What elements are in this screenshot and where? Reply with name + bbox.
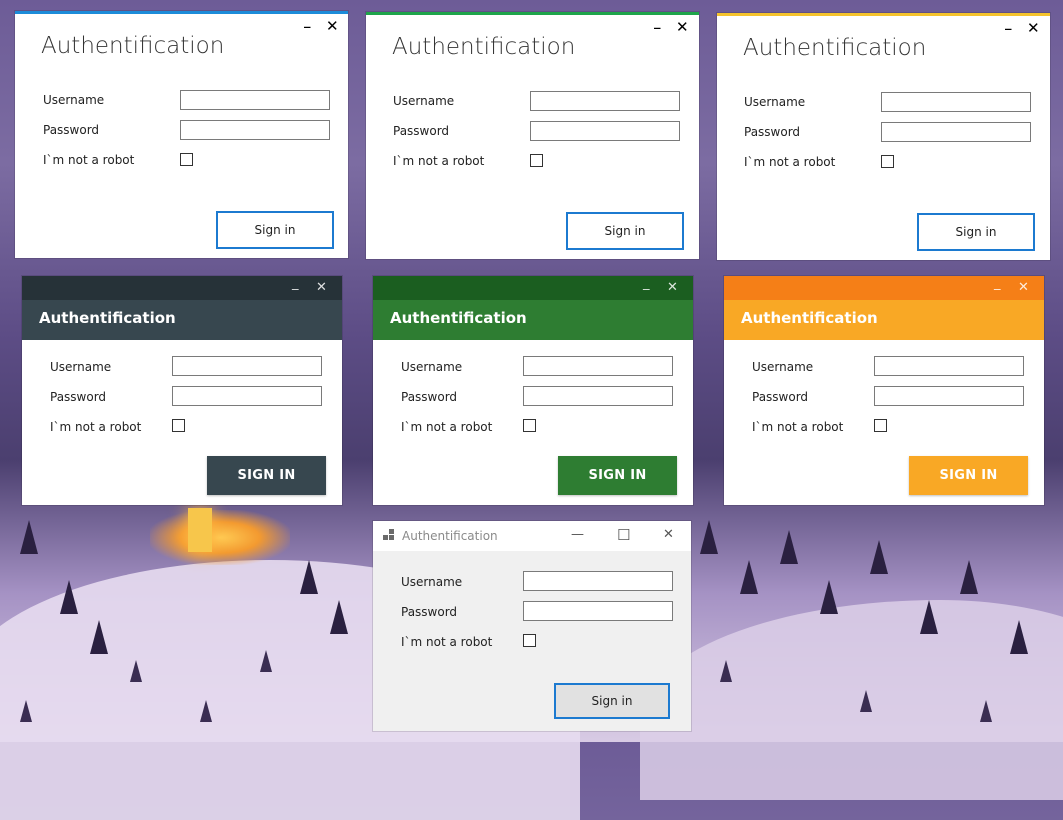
password-label: Password [401, 390, 458, 404]
sign-in-button[interactable]: SIGN IN [207, 456, 326, 495]
login-window-material-bluegrey: _ ✕ Authentification Username Password I… [22, 276, 342, 505]
username-input[interactable] [180, 90, 330, 110]
robot-label: I`m not a robot [393, 154, 485, 168]
sign-in-button[interactable]: Sign in [554, 683, 670, 719]
robot-label: I`m not a robot [401, 635, 493, 649]
window-title: Authentification [390, 309, 527, 327]
password-input[interactable] [523, 601, 673, 621]
username-input[interactable] [523, 571, 673, 591]
username-input[interactable] [172, 356, 322, 376]
password-label: Password [393, 124, 450, 138]
username-label: Username [744, 95, 806, 109]
password-label: Password [50, 390, 107, 404]
password-label: Password [43, 123, 100, 137]
robot-label: I`m not a robot [43, 153, 135, 167]
sign-in-button[interactable]: Sign in [917, 213, 1035, 251]
close-button[interactable]: ✕ [676, 18, 689, 36]
window-title: Authentification [41, 33, 225, 59]
window-title: Authentification [743, 35, 927, 61]
sign-in-button[interactable]: Sign in [216, 211, 334, 249]
robot-checkbox[interactable] [874, 419, 887, 432]
password-input[interactable] [874, 386, 1024, 406]
accent-bar [717, 13, 1050, 16]
password-input[interactable] [530, 121, 680, 141]
password-label: Password [401, 605, 458, 619]
login-window-material-green: _ ✕ Authentification Username Password I… [373, 276, 693, 505]
close-button[interactable]: ✕ [663, 527, 674, 542]
robot-label: I`m not a robot [752, 420, 844, 434]
sign-in-button[interactable]: SIGN IN [909, 456, 1028, 495]
username-input[interactable] [530, 91, 680, 111]
close-button[interactable]: ✕ [1018, 280, 1029, 295]
login-window-material-orange: _ ✕ Authentification Username Password I… [724, 276, 1044, 505]
maximize-button[interactable]: ☐ [617, 526, 630, 544]
robot-checkbox[interactable] [523, 419, 536, 432]
robot-checkbox[interactable] [530, 154, 543, 167]
username-label: Username [401, 575, 463, 589]
minimize-button[interactable]: _ [1005, 16, 1012, 31]
accent-bar [366, 12, 699, 15]
window-title: Authentification [741, 309, 878, 327]
minimize-button[interactable]: _ [304, 14, 311, 29]
username-label: Username [752, 360, 814, 374]
close-button[interactable]: ✕ [667, 280, 678, 295]
robot-checkbox[interactable] [172, 419, 185, 432]
minimize-button[interactable]: _ [643, 276, 650, 291]
login-window-metro-yellow: _ ✕ Authentification Username Password I… [717, 13, 1050, 260]
username-label: Username [50, 360, 112, 374]
password-input[interactable] [172, 386, 322, 406]
username-label: Username [43, 93, 105, 107]
username-label: Username [401, 360, 463, 374]
robot-checkbox[interactable] [881, 155, 894, 168]
close-button[interactable]: ✕ [326, 17, 339, 35]
close-button[interactable]: ✕ [316, 280, 327, 295]
login-window-metro-green: _ ✕ Authentification Username Password I… [366, 12, 699, 259]
app-icon [383, 529, 395, 541]
password-label: Password [752, 390, 809, 404]
minimize-button[interactable]: — [571, 527, 584, 542]
password-input[interactable] [881, 122, 1031, 142]
minimize-button[interactable]: _ [654, 15, 661, 30]
password-input[interactable] [180, 120, 330, 140]
login-window-classic: Authentification — ☐ ✕ Username Password… [373, 521, 691, 731]
password-label: Password [744, 125, 801, 139]
robot-label: I`m not a robot [744, 155, 836, 169]
window-title: Authentification [392, 34, 576, 60]
username-input[interactable] [523, 356, 673, 376]
robot-checkbox[interactable] [523, 634, 536, 647]
close-button[interactable]: ✕ [1027, 19, 1040, 37]
sign-in-button[interactable]: SIGN IN [558, 456, 677, 495]
minimize-button[interactable]: _ [994, 276, 1001, 291]
accent-bar [15, 11, 348, 14]
sign-in-button[interactable]: Sign in [566, 212, 684, 250]
username-label: Username [393, 94, 455, 108]
window-title: Authentification [402, 529, 498, 543]
robot-checkbox[interactable] [180, 153, 193, 166]
window-title: Authentification [39, 309, 176, 327]
username-input[interactable] [881, 92, 1031, 112]
login-window-metro-blue: _ ✕ Authentification Username Password I… [15, 11, 348, 258]
username-input[interactable] [874, 356, 1024, 376]
robot-label: I`m not a robot [401, 420, 493, 434]
minimize-button[interactable]: _ [292, 276, 299, 291]
robot-label: I`m not a robot [50, 420, 142, 434]
password-input[interactable] [523, 386, 673, 406]
